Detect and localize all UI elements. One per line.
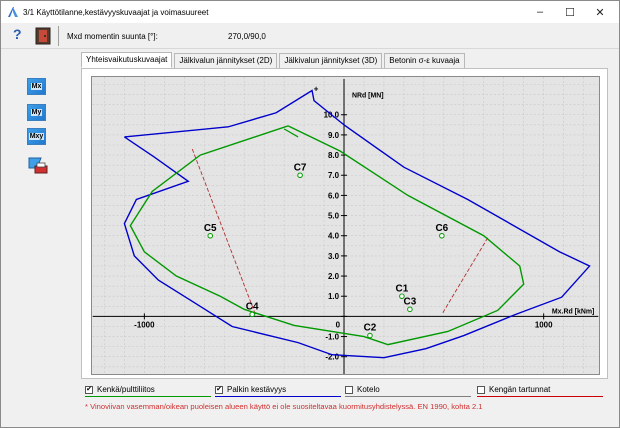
curve-palkin-kest-vyys	[123, 89, 591, 359]
application-window: 3/1 Käyttötilanne,kestävyyskuvaajat ja v…	[0, 0, 620, 428]
y-tick-label: 2.0	[328, 272, 340, 281]
shoe-bolt-label: Kenkä/pulttiliitos	[97, 385, 155, 394]
shoe-anchors-line	[477, 396, 603, 397]
y-tick-label: -2.0	[325, 353, 339, 362]
x-tick-label: -1000	[134, 320, 155, 329]
shoe-bolt-checkbox[interactable]: ✔	[85, 386, 93, 394]
load-point-c6	[439, 232, 445, 239]
beam-capacity-line	[215, 396, 341, 397]
direction-label: Mxd momentin suunta [°]:	[67, 32, 158, 41]
load-point-c3	[407, 306, 413, 313]
tab-bar: Yhteisvaikutuskuvaajat Jälkivalun jännit…	[81, 52, 467, 69]
help-button[interactable]: ?	[13, 26, 22, 42]
mx-button-label: Mx	[30, 83, 43, 90]
y-tick-label: -1.0	[325, 333, 339, 342]
interaction-chart: -1000 1000 0 -2.0 -1.0 1.0 2.0 3.0 4.0 5.0 6.0 7.0 8…	[91, 76, 600, 375]
tab-interaction-charts[interactable]: Yhteisvaikutuskuvaajat	[81, 52, 173, 68]
my-view-button[interactable]: My	[27, 104, 46, 121]
y-tick-label: 5.0	[328, 212, 340, 221]
beam-capacity-label: Palkin kestävyys	[227, 385, 287, 394]
y-tick-label: 7.0	[328, 171, 340, 180]
box-line	[345, 396, 471, 397]
load-point-c4	[249, 311, 255, 318]
limit-dashed-line	[441, 237, 489, 315]
load-point-c2	[367, 332, 373, 339]
legend-item-shoe-anchors[interactable]: Kengän tartunnat	[477, 383, 603, 397]
app-logo-icon	[8, 7, 18, 17]
mxy-view-button[interactable]: Mxy	[27, 128, 46, 145]
mxy-button-label: Mxy	[28, 133, 45, 140]
footnote-warning: * Vinoviivan vasemman/oikean puoleisen a…	[85, 402, 483, 411]
box-label: Kotelo	[357, 385, 380, 394]
load-point-c5	[207, 232, 214, 239]
mx-view-button[interactable]: Mx	[27, 78, 46, 95]
tab-grout-stress-3d[interactable]: Jälkivalun jännitykset (3D)	[279, 53, 383, 68]
legend-item-shoe-bolt[interactable]: ✔ Kenkä/pulttiliitos	[85, 383, 211, 397]
y-tick-label: 6.0	[328, 191, 340, 200]
x-tick-label: 1000	[535, 320, 553, 329]
load-point-label-c6: C6	[435, 223, 448, 234]
load-point-c7	[297, 172, 303, 179]
my-button-label: My	[30, 109, 43, 116]
box-checkbox[interactable]	[345, 386, 353, 394]
y-tick-label: 1.0	[328, 292, 340, 301]
maximize-button[interactable]: ☐	[555, 1, 585, 23]
legend-item-box[interactable]: Kotelo	[345, 383, 471, 397]
load-point-label-c4: C4	[246, 301, 259, 312]
shoe-anchors-checkbox[interactable]	[477, 386, 485, 394]
toolbar: ? Mxd momentin suunta [°]: 270,0/90,0	[1, 23, 619, 49]
print-chart-icon[interactable]	[27, 156, 49, 176]
legend-item-beam-capacity[interactable]: ✔ Palkin kestävyys	[215, 383, 341, 397]
exit-door-icon[interactable]	[35, 27, 51, 45]
close-button[interactable]: ✕	[585, 1, 615, 23]
legend-bar: ✔ Kenkä/pulttiliitos ✔ Palkin kestävyys …	[81, 383, 608, 397]
load-point-label-c2: C2	[364, 323, 377, 334]
y-tick-label: 9.0	[328, 131, 340, 140]
beam-capacity-checkbox[interactable]: ✔	[215, 386, 223, 394]
chart-panel: -1000 1000 0 -2.0 -1.0 1.0 2.0 3.0 4.0 5.0 6.0 7.0 8…	[81, 68, 608, 379]
tab-concrete-stress-strain[interactable]: Betonin σ-ε kuvaaja	[384, 53, 465, 68]
minimize-button[interactable]: –	[525, 1, 555, 23]
y-axis-label: NRd [MN]	[352, 93, 384, 100]
toolbar-separator	[58, 26, 59, 46]
apex-plus-marker: +	[314, 85, 319, 94]
x-tick-label: 0	[336, 320, 341, 329]
load-point-label-c3: C3	[404, 296, 417, 307]
tab-grout-stress-2d[interactable]: Jälkivalun jännitykset (2D)	[174, 53, 278, 68]
load-point-label-c7: C7	[294, 162, 307, 173]
window-title: 3/1 Käyttötilanne,kestävyyskuvaajat ja v…	[23, 7, 209, 17]
load-point-label-c5: C5	[204, 223, 217, 234]
y-tick-label: 8.0	[328, 151, 340, 160]
title-bar: 3/1 Käyttötilanne,kestävyyskuvaajat ja v…	[1, 1, 619, 23]
shoe-bolt-line	[85, 396, 211, 397]
y-tick-label: 4.0	[328, 232, 340, 241]
shoe-anchors-label: Kengän tartunnat	[489, 385, 551, 394]
direction-value: 270,0/90,0	[228, 32, 266, 41]
x-axis-label: Mx.Rd [kNm]	[552, 308, 594, 315]
y-tick-label: 3.0	[328, 252, 340, 261]
load-point-label-c1: C1	[396, 283, 409, 294]
